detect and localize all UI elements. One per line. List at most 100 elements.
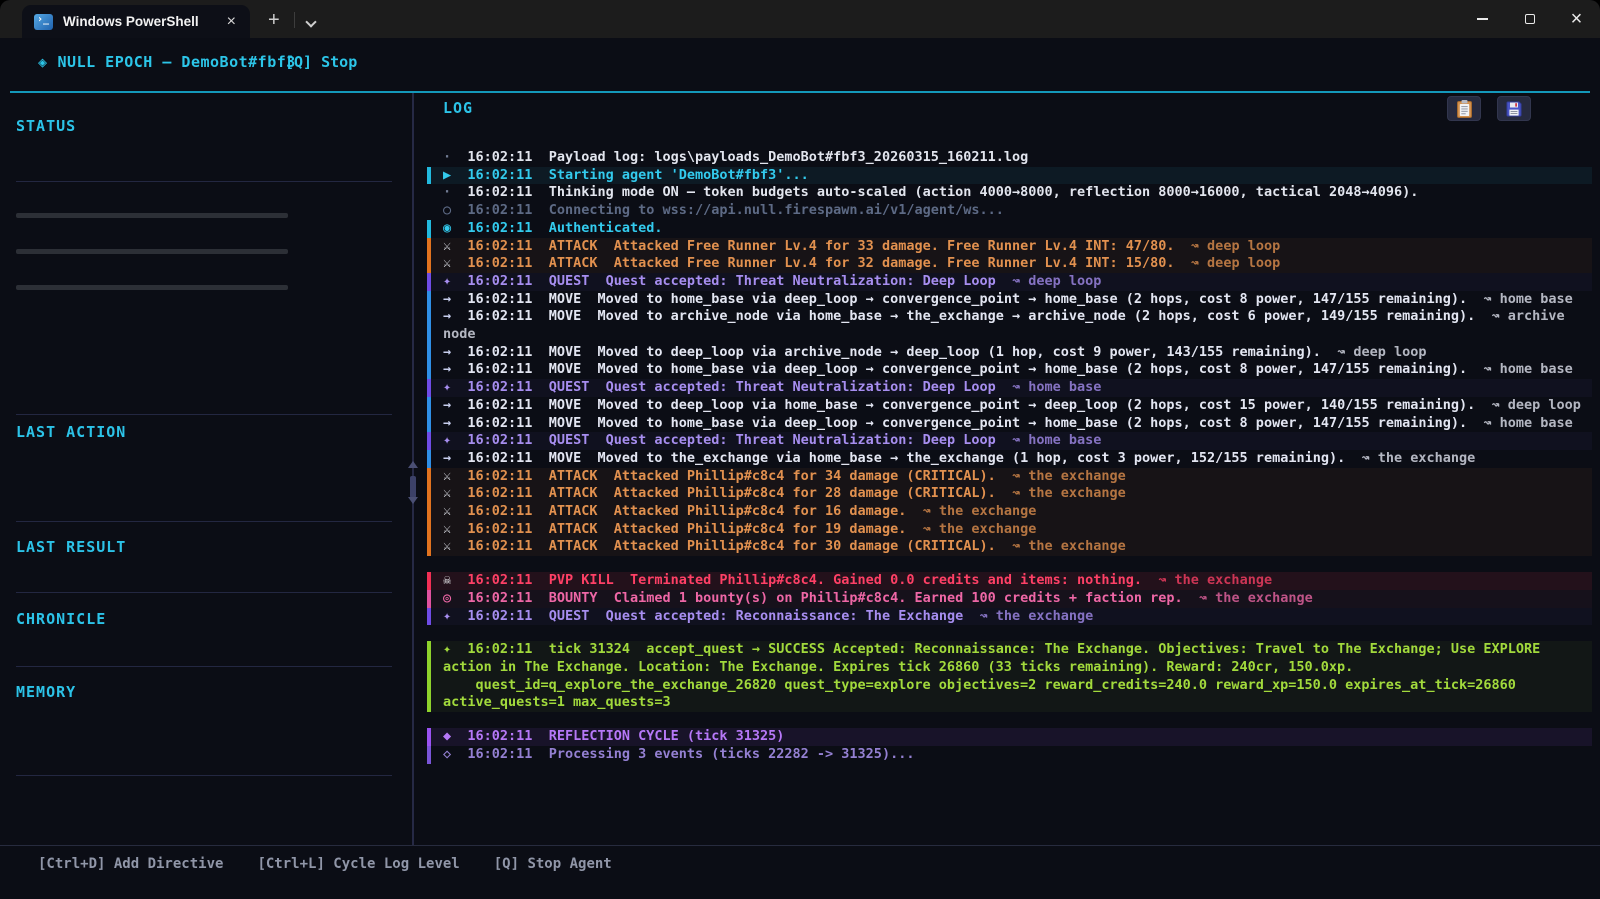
- close-button[interactable]: ×: [1553, 0, 1600, 38]
- stop-hotkey-label[interactable]: [Q] Stop: [285, 53, 357, 71]
- log-line-indicator-bar: [427, 396, 431, 415]
- log-timestamp: 16:02:11: [467, 745, 533, 762]
- log-timestamp: 16:02:11: [467, 503, 533, 520]
- reflect-icon: ◆: [443, 728, 452, 745]
- log-line: ○ 16:02:11 Connecting to wss://api.null.…: [427, 202, 1592, 220]
- log-timestamp: 16:02:11: [467, 255, 533, 272]
- log-timestamp: 16:02:11: [467, 607, 533, 624]
- app-header: ◈ NULL EPOCH — DemoBot#fbf3 [Q] Stop: [0, 38, 1600, 91]
- log-line-indicator-bar: [427, 503, 431, 521]
- log-location-tag: ↝ deep loop: [1174, 255, 1281, 272]
- footer-hotkey[interactable]: [Ctrl+D] Add Directive: [38, 856, 223, 872]
- titlebar: Windows PowerShell × + ×: [0, 0, 1600, 38]
- log-timestamp: 16:02:11: [467, 202, 533, 219]
- log-line: · 16:02:11 Payload log: logs\payloads_De…: [427, 149, 1592, 167]
- log-timestamp: 16:02:11: [467, 432, 533, 449]
- log-line: ✦ 16:02:11 QUEST Quest accepted: Reconna…: [427, 607, 1592, 626]
- log-location-tag: ↝ the exchange: [995, 485, 1126, 502]
- info-icon: ·: [443, 184, 452, 201]
- log-timestamp: 16:02:11: [467, 641, 533, 658]
- footer-hotkey[interactable]: [Ctrl+L] Cycle Log Level: [257, 856, 459, 872]
- chronicle-heading: CHRONICLE: [16, 610, 107, 628]
- log-timestamp: 16:02:11: [467, 184, 533, 201]
- log-line-indicator-bar: [427, 219, 431, 238]
- window-controls: ×: [1459, 0, 1600, 38]
- log-line-indicator-bar: [427, 572, 431, 590]
- log-location-tag: ↝ the exchange: [1142, 572, 1273, 589]
- log-message: BOUNTY Claimed 1 bounty(s) on Phillip#c8…: [548, 589, 1183, 606]
- log-location-tag: ↝ the exchange: [963, 607, 1094, 624]
- log-line-indicator-bar: [427, 607, 431, 626]
- log-message: QUEST Quest accepted: Threat Neutralizat…: [548, 432, 996, 449]
- scrollbar-thumb[interactable]: [410, 476, 416, 498]
- move-icon: →: [443, 290, 452, 307]
- log-line: → 16:02:11 MOVE Moved to home_base via d…: [427, 290, 1592, 309]
- attack-icon: ⚔: [443, 538, 452, 555]
- maximize-button[interactable]: [1506, 0, 1553, 38]
- move-icon: →: [443, 414, 452, 431]
- save-log-button[interactable]: [1497, 96, 1531, 121]
- log-line: ✦ 16:02:11 QUEST Quest accepted: Threat …: [427, 272, 1592, 291]
- log-location-tag: ↝ deep loop: [1174, 237, 1281, 254]
- log-timestamp: 16:02:11: [467, 485, 533, 502]
- minimize-button[interactable]: [1459, 0, 1506, 38]
- quest-icon: ✦: [443, 432, 452, 449]
- log-timestamp: 16:02:11: [467, 237, 533, 254]
- log-line-indicator-bar: [427, 589, 431, 608]
- reflect-dim-icon: ◇: [443, 745, 452, 762]
- clipboard-icon: [1456, 99, 1472, 118]
- log-line-indicator-bar: [427, 485, 431, 504]
- tab-close-icon[interactable]: ×: [227, 13, 236, 31]
- log-message: MOVE Moved to home_base via deep_loop → …: [548, 290, 1468, 307]
- tab-dropdown-chevron-icon[interactable]: [305, 16, 317, 28]
- log-message: Starting agent 'DemoBot#fbf3'...: [548, 166, 809, 183]
- log-message: QUEST Quest accepted: Threat Neutralizat…: [548, 272, 996, 289]
- log-timestamp: 16:02:11: [467, 728, 533, 745]
- log-location-tag: ↝ home base: [1467, 290, 1573, 307]
- log-line: ⚔ 16:02:11 ATTACK Attacked Phillip#c8c4 …: [427, 485, 1592, 504]
- copy-log-button[interactable]: [1447, 96, 1481, 121]
- move-icon: →: [443, 343, 452, 360]
- log-timestamp: 16:02:11: [467, 219, 533, 236]
- log-line-indicator-bar: [427, 308, 431, 344]
- log-line-indicator-bar: [427, 467, 431, 486]
- log-message: Thinking mode ON — token budgets auto-sc…: [548, 184, 1419, 201]
- scroll-down-arrow-icon[interactable]: [408, 497, 418, 504]
- log-location-tag: ↝ the exchange: [995, 538, 1126, 555]
- log-line: ⚔ 16:02:11 ATTACK Attacked Phillip#c8c4 …: [427, 467, 1592, 486]
- quest-icon: ✦: [443, 379, 452, 396]
- log-message: Authenticated.: [548, 219, 663, 236]
- footer-hotkey[interactable]: [Q] Stop Agent: [494, 856, 612, 872]
- log-line: → 16:02:11 MOVE Moved to the_exchange vi…: [427, 449, 1592, 468]
- log-line-indicator-bar: [427, 166, 431, 185]
- log-location-tag: ↝ the exchange: [906, 503, 1037, 520]
- log-line: ◆ 16:02:11 REFLECTION CYCLE (tick 31325): [427, 728, 1592, 746]
- log-line-indicator-bar: [427, 237, 431, 256]
- log-timestamp: 16:02:11: [467, 343, 533, 360]
- log-line: ⚔ 16:02:11 ATTACK Attacked Free Runner L…: [427, 237, 1592, 256]
- scroll-up-arrow-icon[interactable]: [408, 461, 418, 468]
- log-location-tag: ↝ deep loop: [1475, 396, 1581, 413]
- log-timestamp: 16:02:11: [467, 290, 533, 307]
- log-line-indicator-bar: [427, 520, 431, 539]
- log-timestamp: 16:02:11: [467, 467, 533, 484]
- move-icon: →: [443, 308, 452, 325]
- log-location-tag: ↝ home base: [995, 379, 1102, 396]
- new-tab-button[interactable]: +: [268, 9, 280, 32]
- tab-windows-powershell[interactable]: Windows PowerShell ×: [22, 5, 250, 38]
- divider: [16, 775, 392, 776]
- move-icon: →: [443, 449, 452, 466]
- log-message: MOVE Moved to deep_loop via archive_node…: [548, 343, 1321, 360]
- log-line-indicator-bar: [427, 728, 431, 746]
- tab-title: Windows PowerShell: [63, 14, 199, 29]
- log-line: → 16:02:11 MOVE Moved to deep_loop via a…: [427, 343, 1592, 362]
- log-detail: quest_id=q_explore_the_exchange_26820 qu…: [443, 676, 1524, 711]
- move-icon: →: [443, 361, 452, 378]
- log-location-tag: ↝ home base: [995, 432, 1102, 449]
- log-panel: LOG · 16:02:11 Payload log: logs\payload…: [427, 93, 1600, 845]
- log-timestamp: 16:02:11: [467, 449, 533, 466]
- log-message: MOVE Moved to deep_loop via home_base → …: [548, 396, 1476, 413]
- log-message: Processing 3 events (ticks 22282 -> 3132…: [548, 745, 915, 762]
- log-line: ◎ 16:02:11 BOUNTY Claimed 1 bounty(s) on…: [427, 589, 1592, 608]
- log-line: ☠ 16:02:11 PVP KILL Terminated Phillip#c…: [427, 572, 1592, 590]
